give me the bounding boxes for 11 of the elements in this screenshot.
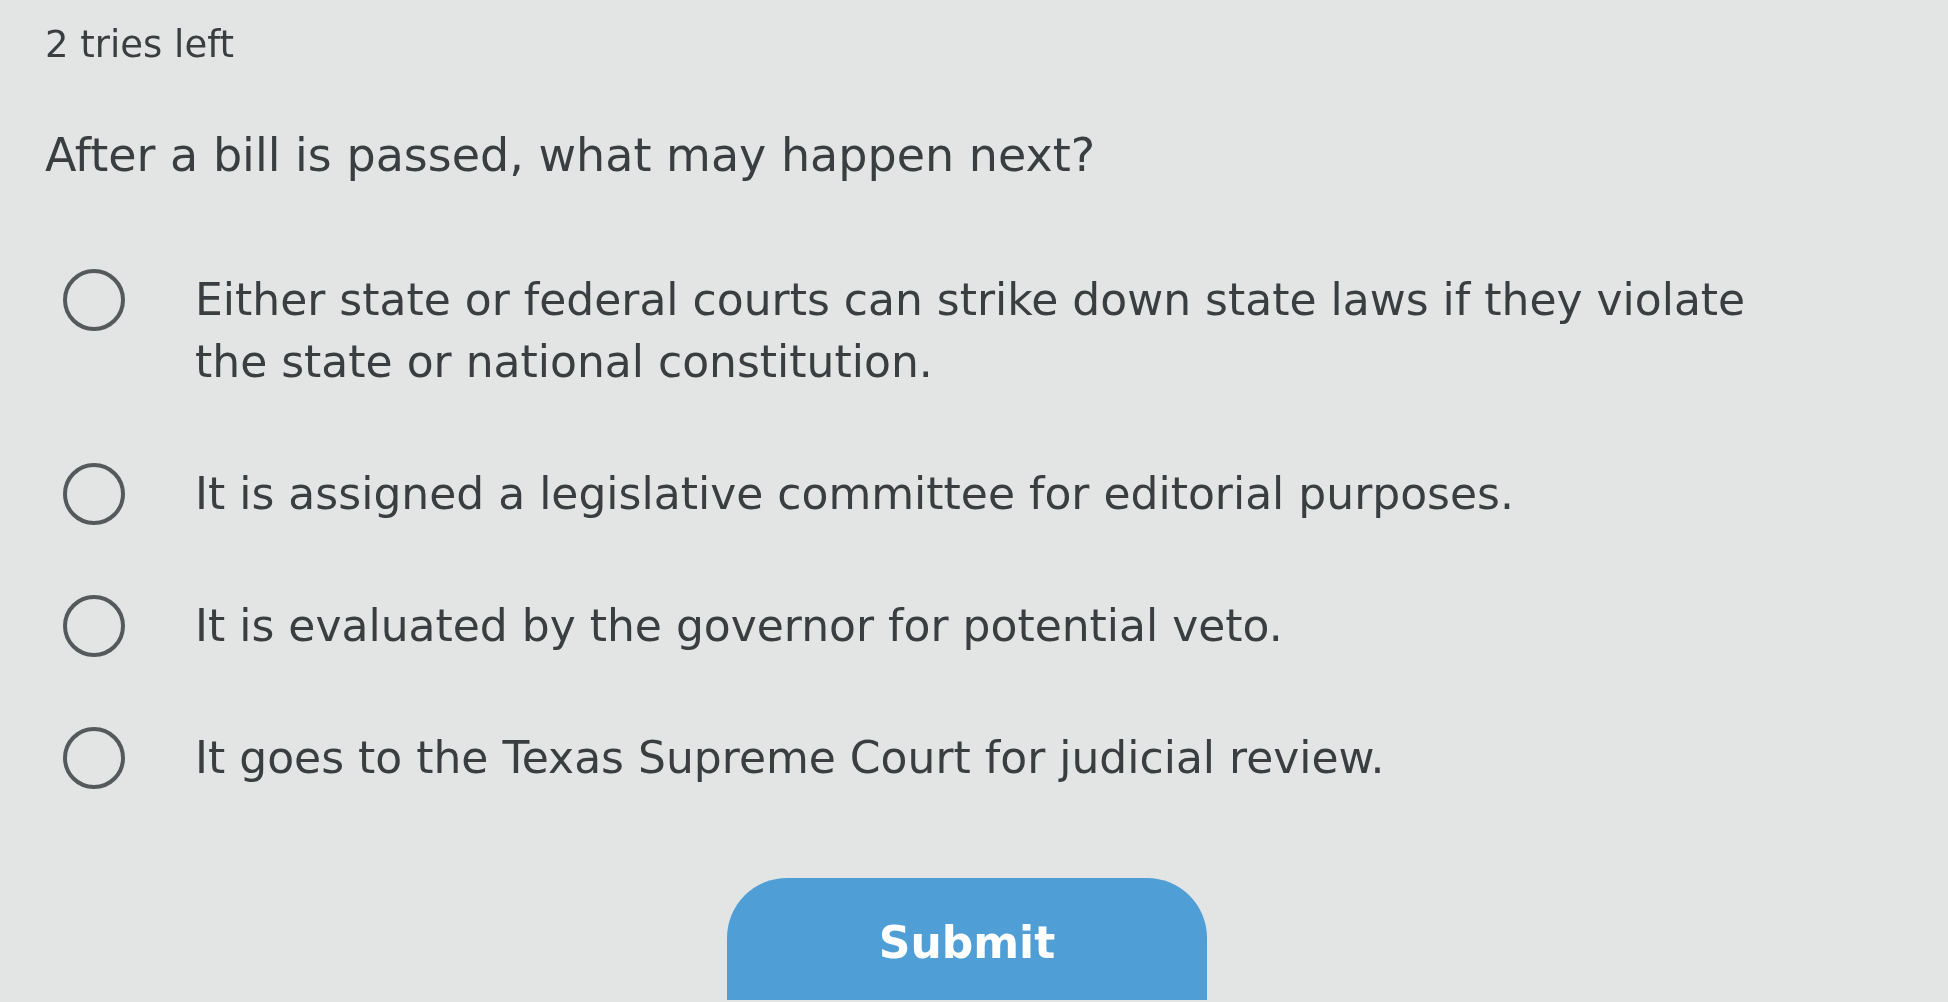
tries-remaining: 2 tries left [45,23,235,67]
option-label: It is assigned a legislative committee for editorial purposes. [195,467,1514,521]
submit-button[interactable]: Submit [727,878,1207,1000]
radio-button[interactable] [63,269,125,331]
radio-button[interactable] [63,463,125,525]
radio-button[interactable] [63,595,125,657]
option-label: It is evaluated by the governor for potential veto. [195,599,1283,653]
question-text: After a bill is passed, what may happen next? [45,127,1096,184]
option-label: Either state or federal courts can strike down state laws if they violate the state or national constitution. [195,273,1747,389]
radio-button[interactable] [63,727,125,789]
option-label: It goes to the Texas Supreme Court for judicial review. [195,731,1385,785]
